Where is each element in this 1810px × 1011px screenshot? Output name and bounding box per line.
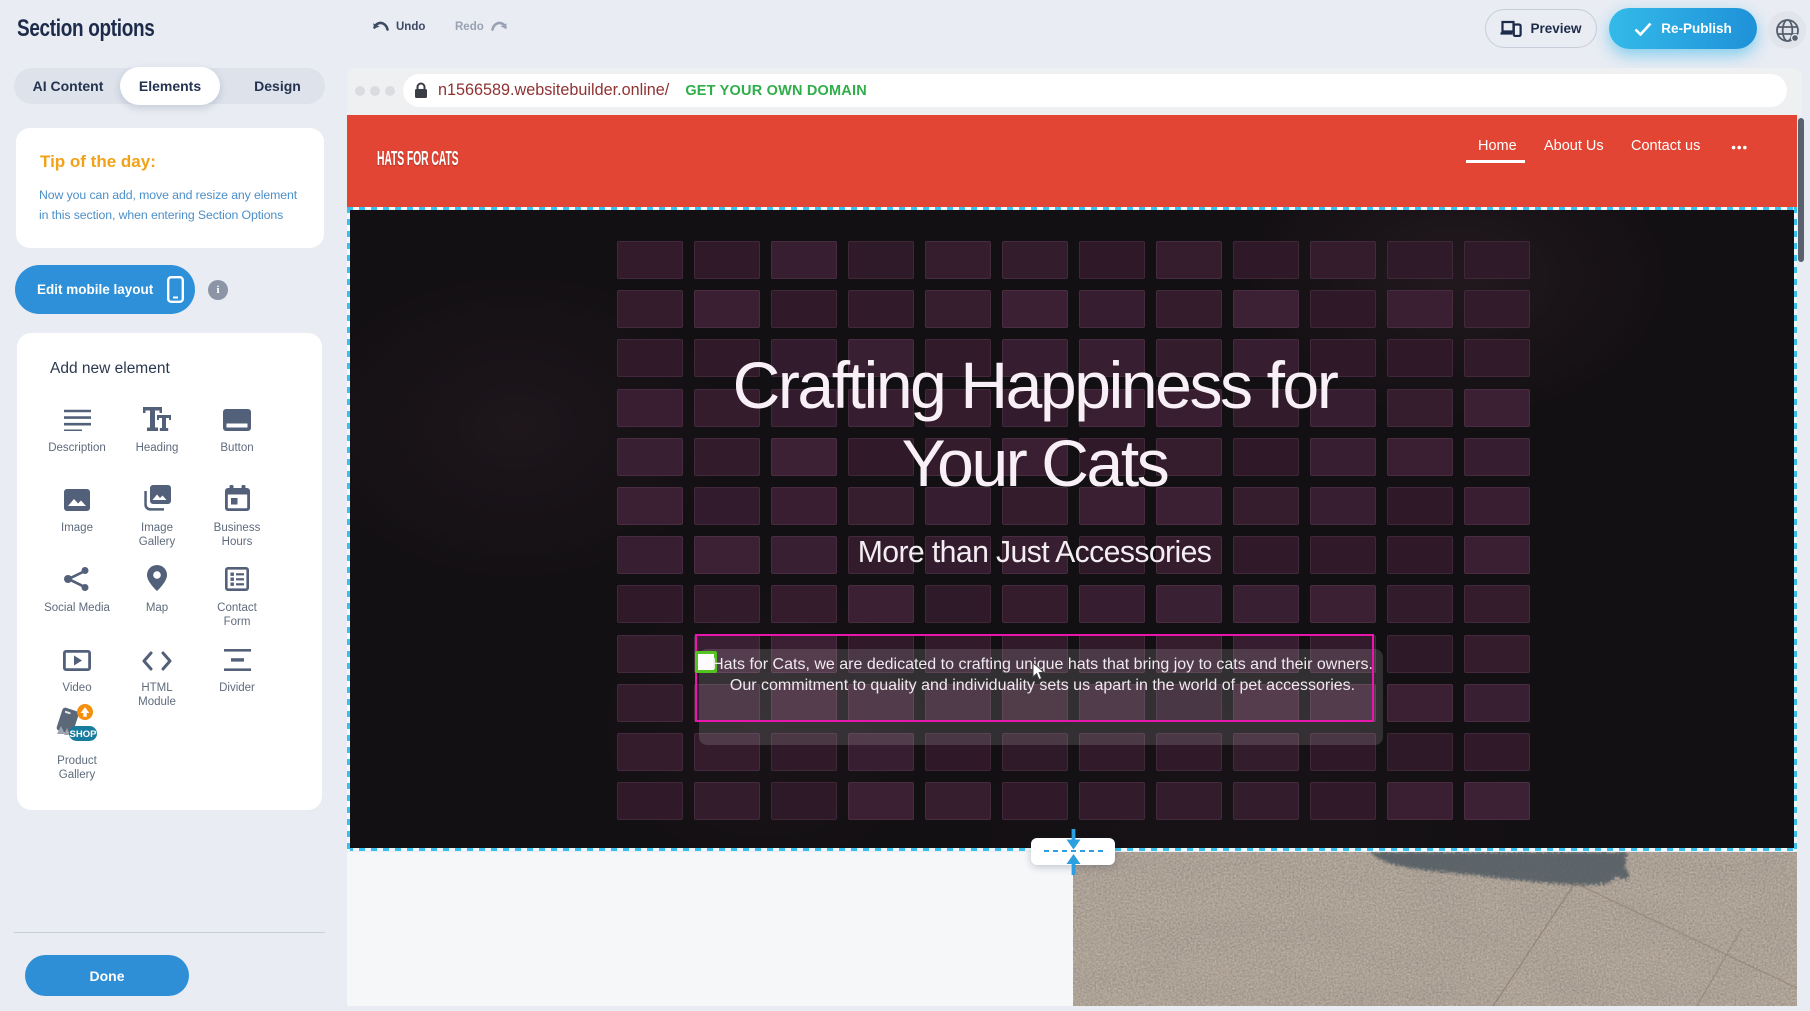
svg-text:SHOP: SHOP: [70, 729, 98, 740]
